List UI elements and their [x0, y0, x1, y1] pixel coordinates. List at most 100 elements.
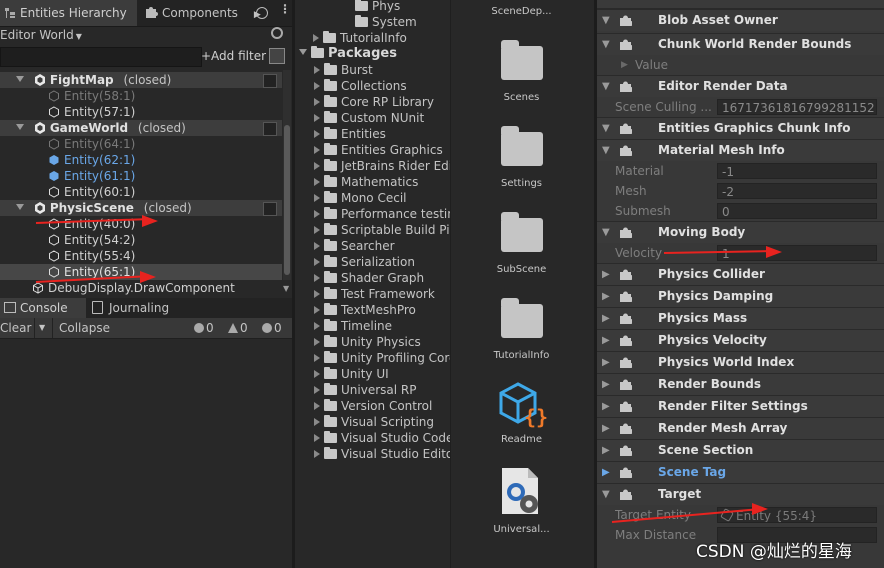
list-item[interactable]: Timeline	[314, 318, 450, 334]
list-item[interactable]: Entity(62:1)	[48, 152, 135, 168]
collapsed-arrow-icon[interactable]: ▶	[602, 286, 610, 307]
add-filter-button[interactable]: +Add filter	[201, 47, 266, 65]
list-item[interactable]: Searcher	[314, 238, 450, 254]
list-item[interactable]: Entity(54:2)	[48, 232, 135, 248]
list-item[interactable]: Version Control	[314, 398, 450, 414]
expand-arrow-icon[interactable]	[314, 114, 320, 122]
asset-item-settings[interactable]: Settings	[470, 126, 573, 189]
expand-arrow-icon[interactable]	[314, 130, 320, 138]
expand-arrow-icon[interactable]	[314, 258, 320, 266]
error-count-toggle[interactable]: 0	[262, 318, 282, 338]
group-row-gameworld[interactable]: GameWorld (closed)	[0, 120, 282, 136]
more-options-icon[interactable]: ⋮	[279, 2, 291, 16]
list-item[interactable]: Entity(64:1)	[48, 136, 135, 152]
warning-count-toggle[interactable]: 0	[228, 318, 248, 338]
expand-arrow-icon[interactable]	[314, 402, 320, 410]
asset-item-subscene[interactable]: SubScene	[470, 212, 573, 275]
expand-arrow-icon[interactable]	[314, 242, 320, 250]
info-count-toggle[interactable]: 0	[194, 318, 214, 338]
clear-button[interactable]: Clear	[0, 318, 31, 338]
list-item[interactable]: System	[355, 14, 417, 30]
list-item[interactable]: Entity(58:1)	[48, 88, 135, 104]
group-checkbox[interactable]	[263, 74, 277, 88]
tab-components[interactable]: Components ▶	[144, 0, 264, 26]
component-header[interactable]: ▼ Entities Graphics Chunk Info	[597, 117, 884, 139]
component-header[interactable]: ▶ Physics Velocity	[597, 329, 884, 351]
scrollbar-thumb[interactable]	[284, 125, 290, 275]
collapsed-arrow-icon[interactable]: ▶	[602, 374, 610, 395]
asset-item-universal[interactable]: Universal...	[470, 466, 573, 535]
hierarchy-scrollbar[interactable]	[283, 70, 291, 280]
expand-arrow-icon[interactable]: ▼	[602, 140, 610, 161]
component-header[interactable]: ▶ Physics World Index	[597, 351, 884, 373]
list-item[interactable]: Unity UI	[314, 366, 450, 382]
expand-arrow-icon[interactable]	[314, 290, 320, 298]
list-item[interactable]: Visual Scripting	[314, 414, 450, 430]
list-item[interactable]: TutorialInfo	[313, 30, 407, 46]
expand-arrow-icon[interactable]	[314, 434, 320, 442]
inspector-toggle-icon[interactable]	[269, 48, 285, 64]
list-item[interactable]: Performance testin	[314, 206, 450, 222]
expand-arrow-icon[interactable]: ▼	[602, 118, 610, 139]
packages-root[interactable]: Packages	[299, 46, 397, 62]
component-header[interactable]: ▼ Moving Body	[597, 221, 884, 243]
list-item[interactable]: Mono Cecil	[314, 190, 450, 206]
collapse-button[interactable]: Collapse	[52, 318, 110, 338]
clear-options-icon[interactable]: ▼	[34, 318, 45, 338]
expand-arrow-icon[interactable]: ▼	[602, 34, 610, 55]
list-item[interactable]: Core RP Library	[314, 94, 450, 110]
asset-item-tutorialinfo[interactable]: TutorialInfo	[470, 298, 573, 361]
collapsed-arrow-icon[interactable]: ▶	[602, 462, 610, 483]
expand-arrow-icon[interactable]	[299, 49, 307, 55]
search-input[interactable]	[0, 47, 202, 67]
expand-arrow-icon[interactable]	[314, 322, 320, 330]
expand-arrow-icon[interactable]	[314, 370, 320, 378]
component-header[interactable]: ▼ Blob Asset Owner	[597, 9, 884, 31]
field-value[interactable]: -1	[717, 163, 877, 179]
expand-arrow-icon[interactable]	[314, 66, 320, 74]
expand-arrow-icon[interactable]: ▼	[602, 76, 610, 97]
component-header[interactable]: ▶ Render Mesh Array	[597, 417, 884, 439]
list-item[interactable]: Scriptable Build Pip	[314, 222, 450, 238]
expand-arrow-icon[interactable]	[314, 274, 320, 282]
component-header[interactable]: ▶ Render Bounds	[597, 373, 884, 395]
component-header[interactable]: ▶ Render Filter Settings	[597, 395, 884, 417]
tab-entities-hierarchy[interactable]: Entities Hierarchy	[0, 0, 137, 26]
list-item[interactable]: Burst	[314, 62, 450, 78]
asset-item-scenedep[interactable]: SceneDep...	[470, 6, 573, 17]
list-item[interactable]: Entities Graphics	[314, 142, 450, 158]
asset-item-readme[interactable]: {} Readme	[470, 380, 573, 445]
component-header[interactable]: ▼ Chunk World Render Bounds	[597, 33, 884, 55]
search-icon[interactable]	[271, 27, 283, 39]
component-header[interactable]: ▼ Editor Render Data	[597, 75, 884, 97]
group-checkbox[interactable]	[263, 202, 277, 216]
list-item[interactable]: Test Framework	[314, 286, 450, 302]
expand-arrow-icon[interactable]	[314, 194, 320, 202]
collapsed-arrow-icon[interactable]: ▶	[602, 440, 610, 461]
group-row-fightmap[interactable]: FightMap (closed)	[0, 72, 282, 88]
collapsed-arrow-icon[interactable]: ▶	[602, 396, 610, 417]
expand-arrow-icon[interactable]	[314, 354, 320, 362]
component-header[interactable]: ▼ Material Mesh Info	[597, 139, 884, 161]
list-item[interactable]: Shader Graph	[314, 270, 450, 286]
circle-icon[interactable]	[256, 7, 268, 19]
expand-arrow-icon[interactable]: ▼	[602, 222, 610, 243]
world-select[interactable]: Editor World ▼	[0, 26, 82, 44]
tab-journaling[interactable]: Journaling	[88, 298, 169, 318]
expand-arrow-icon[interactable]	[16, 204, 24, 210]
list-item[interactable]: Unity Profiling Core	[314, 350, 450, 366]
expand-arrow-icon[interactable]	[314, 386, 320, 394]
list-item[interactable]: Entity(57:1)	[48, 104, 135, 120]
component-header[interactable]: ▶ Physics Mass	[597, 307, 884, 329]
list-item[interactable]: Mathematics	[314, 174, 450, 190]
expand-arrow-icon[interactable]	[314, 98, 320, 106]
expand-arrow-icon[interactable]	[16, 76, 24, 82]
expand-arrow-icon[interactable]: ▼	[602, 484, 610, 505]
group-row-physicscene[interactable]: PhysicScene (closed)	[0, 200, 282, 216]
list-item[interactable]: Custom NUnit	[314, 110, 450, 126]
list-item[interactable]: Serialization	[314, 254, 450, 270]
list-item[interactable]: Collections	[314, 78, 450, 94]
component-header[interactable]: ▶ Scene Tag	[597, 461, 884, 483]
component-header[interactable]: ▶ Physics Damping	[597, 285, 884, 307]
expand-arrow-icon[interactable]	[313, 34, 319, 42]
